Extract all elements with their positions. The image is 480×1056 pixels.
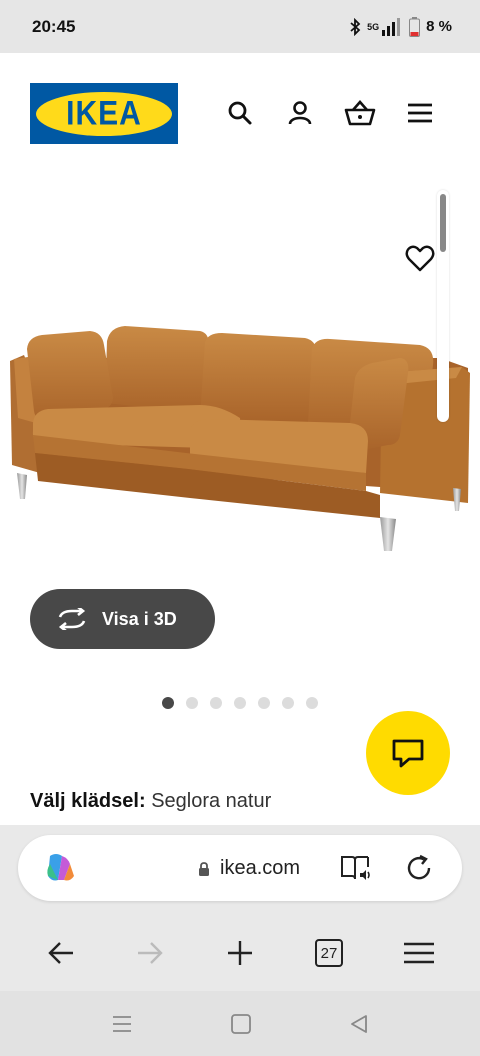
clock: 20:45 [32,16,76,36]
upholstery-value: Seglora natur [151,790,272,812]
menu-icon[interactable] [404,97,436,129]
lock-icon [199,861,209,876]
rotate-3d-icon [58,608,86,630]
forward-button[interactable] [130,933,170,973]
battery-icon [409,16,421,37]
page-scrollbar[interactable] [437,190,449,422]
search-icon[interactable] [224,97,256,129]
browser-toolbar: ikea.com 27 [0,825,480,991]
tabs-button[interactable]: 27 [309,933,349,973]
url-display[interactable]: ikea.com [198,857,300,880]
recent-apps-button[interactable] [109,1011,135,1037]
hamburger-icon [404,942,434,964]
chat-icon [392,739,424,768]
gallery-dot[interactable] [210,697,222,709]
logo-text: IKEA [66,93,142,132]
gallery-dot[interactable] [282,697,294,709]
reload-icon[interactable] [404,853,434,883]
tab-count: 27 [315,939,343,967]
system-nav-bar [0,991,480,1056]
view-3d-button[interactable]: Visa i 3D [30,589,215,649]
site-header: IKEA [0,53,480,173]
system-back-button[interactable] [346,1011,372,1037]
plus-icon [228,941,252,965]
home-icon [231,1014,251,1034]
url-text: ikea.com [220,857,301,879]
home-button[interactable] [228,1011,254,1037]
view-3d-label: Visa i 3D [102,608,177,629]
browser-menu-button[interactable] [399,933,439,973]
upholstery-label: Välj klädsel: [30,790,146,812]
gallery-indicator [162,697,318,709]
battery-level: 8 % [426,18,452,35]
gallery-dot[interactable] [186,697,198,709]
favorite-heart-icon[interactable] [404,243,436,275]
bluetooth-icon [350,17,361,36]
upholstery-selector[interactable]: Välj klädsel: Seglora natur [30,790,271,813]
account-icon[interactable] [284,97,316,129]
read-aloud-icon[interactable] [340,853,372,883]
status-bar: 20:45 5G 8 % [0,0,480,53]
gallery-dot[interactable] [162,697,174,709]
gallery-dot[interactable] [234,697,246,709]
new-tab-button[interactable] [220,933,260,973]
back-triangle-icon [351,1015,367,1033]
browser-nav: 27 [0,933,480,983]
back-button[interactable] [41,933,81,973]
ikea-logo[interactable]: IKEA [30,83,178,144]
scrollbar-thumb[interactable] [440,194,446,252]
gallery-dot[interactable] [306,697,318,709]
copilot-icon[interactable] [42,850,78,886]
arrow-left-icon [48,942,73,964]
gallery-dot[interactable] [258,697,270,709]
logo-oval: IKEA [36,91,172,136]
signal-icon [382,17,401,36]
arrow-right-icon [138,942,163,964]
recents-icon [113,1016,131,1032]
address-bar[interactable]: ikea.com [18,835,462,901]
network-type: 5G [367,21,380,32]
chat-button[interactable] [366,711,450,795]
basket-icon[interactable] [344,97,376,129]
status-icons: 5G 8 % [349,16,452,37]
